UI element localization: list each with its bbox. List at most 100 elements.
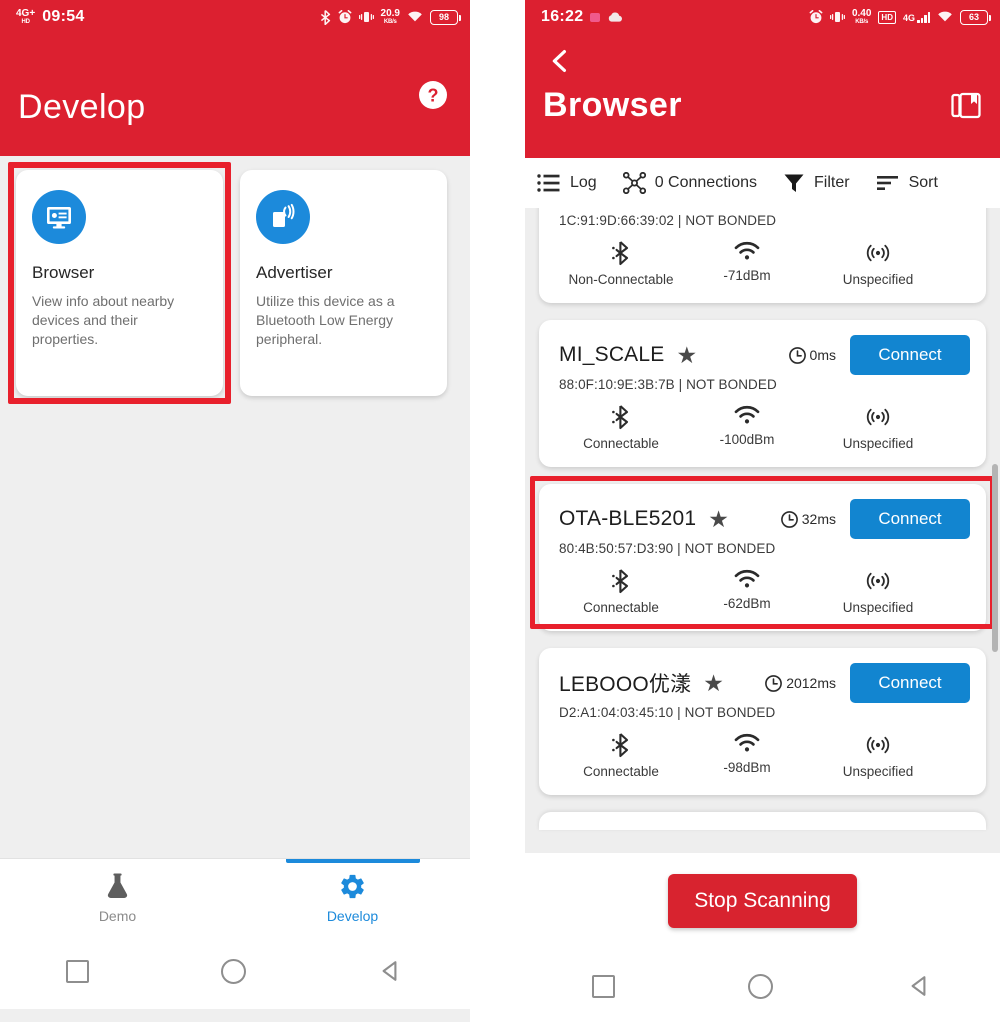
right-phone-screen: 16:22 0.40 KB/s HD 4G 63 Browser Log 0 C… <box>525 0 1000 1022</box>
connect-button[interactable]: Connect <box>850 335 970 375</box>
favorite-star-icon[interactable]: ★ <box>703 671 724 695</box>
tab-demo[interactable]: Demo <box>0 859 235 933</box>
device-latency-label: 0ms <box>809 347 836 363</box>
back-triangle-icon[interactable] <box>378 958 404 984</box>
device-appearance: Unspecified <box>813 732 943 779</box>
network-type-indicator: 4G+ HD <box>16 8 36 26</box>
browser-card-title: Browser <box>32 263 95 282</box>
device-name: LEBOOO优漾 <box>559 673 692 696</box>
device-latency: 0ms <box>788 346 836 365</box>
toolbar-filter-button[interactable]: Filter <box>783 172 850 194</box>
device-connectivity-label: Connectable <box>583 764 659 779</box>
broadcast-rings-icon <box>866 244 890 262</box>
device-latency-label: 2012ms <box>786 675 836 691</box>
develop-card-grid: Browser View info about nearby devices a… <box>0 162 470 404</box>
device-rssi: -100dBm <box>681 404 813 451</box>
pink-chip-icon <box>590 12 601 22</box>
browser-card[interactable]: Browser View info about nearby devices a… <box>16 170 223 396</box>
device-attributes: Non-Connectable -71dBm Unspecified <box>559 240 970 287</box>
bookmark-copy-icon[interactable] <box>950 89 982 121</box>
back-chevron-icon[interactable] <box>543 34 577 82</box>
wifi-icon <box>734 733 760 752</box>
toolbar-connections-label: 0 Connections <box>654 174 757 191</box>
device-connectivity: Non-Connectable <box>561 240 681 287</box>
right-status-bar: 16:22 0.40 KB/s HD 4G 63 <box>525 0 1000 34</box>
status-bar-right: 20.9 KB/s 98 <box>320 9 461 25</box>
home-circle-icon[interactable] <box>748 973 774 999</box>
page-title: Browser <box>543 86 682 124</box>
toolbar-connections-button[interactable]: 0 Connections <box>622 172 757 194</box>
clock-icon <box>765 674 783 692</box>
tab-develop[interactable]: Develop <box>235 859 470 933</box>
alarm-icon <box>338 10 351 24</box>
favorite-star-icon[interactable]: ★ <box>708 507 729 531</box>
back-triangle-icon[interactable] <box>907 973 933 999</box>
bluetooth-icon <box>612 733 629 758</box>
cellular-signal-icon: 4G <box>903 11 930 23</box>
toolbar-sort-button[interactable]: Sort <box>876 174 938 192</box>
device-mac-address: D2:A1:04:03:45:10 | NOT BONDED <box>559 705 776 720</box>
browser-toolbar: Log 0 Connections Filter Sort <box>525 158 1000 208</box>
alarm-icon <box>809 10 823 24</box>
device-name: MI_SCALE <box>559 343 665 366</box>
bluetooth-icon <box>612 405 629 430</box>
hd-volte-icon: HD <box>878 10 896 24</box>
toolbar-filter-label: Filter <box>814 174 850 191</box>
stop-scanning-button[interactable]: Stop Scanning <box>668 873 857 928</box>
device-card-next-partial[interactable] <box>539 812 986 830</box>
device-card[interactable]: LEBOOO优漾 ★ 2012ms Connect D2:A1:04:03:45… <box>539 648 986 795</box>
device-header-row: LEBOOO优漾 ★ 2012ms Connect <box>559 662 970 704</box>
favorite-star-icon[interactable]: ★ <box>676 343 697 367</box>
left-app-bar: Develop ? <box>0 34 470 156</box>
device-appearance-label: Unspecified <box>842 436 914 451</box>
dual-phone-screenshot: 4G+ HD 09:54 20.9 KB/s 98 Develop ? Brow… <box>0 0 1000 1022</box>
recents-square-icon[interactable] <box>66 959 89 983</box>
device-card-partial[interactable]: 1C:91:9D:66:39:02 | NOT BONDED Non-Conne… <box>539 208 986 303</box>
screen-gutter <box>470 0 525 1022</box>
device-card[interactable]: OTA-BLE5201 ★ 32ms Connect 80:4B:50:57:D… <box>539 484 986 631</box>
connect-button[interactable]: Connect <box>850 663 970 703</box>
home-circle-icon[interactable] <box>221 958 246 984</box>
device-rssi: -62dBm <box>681 568 813 615</box>
wifi-icon <box>734 241 760 260</box>
tab-develop-label: Develop <box>326 908 379 924</box>
status-bar-right: 0.40 KB/s HD 4G 63 <box>809 9 991 25</box>
list-scrollbar[interactable] <box>992 464 998 652</box>
device-card[interactable]: MI_SCALE ★ 0ms Connect 88:0F:10:9E:3B:7B… <box>539 320 986 467</box>
advertiser-card[interactable]: Advertiser Utilize this device as a Blue… <box>240 170 447 396</box>
connections-node-icon <box>622 172 646 194</box>
device-scan-list[interactable]: 1C:91:9D:66:39:02 | NOT BONDED Non-Conne… <box>525 208 1000 853</box>
vibrate-icon <box>358 12 374 22</box>
device-appearance: Unspecified <box>813 404 943 451</box>
status-bar-left: 16:22 <box>541 8 623 26</box>
device-rssi: -71dBm <box>681 240 813 287</box>
toolbar-log-button[interactable]: Log <box>537 173 597 193</box>
page-title: Develop <box>18 88 146 126</box>
broadcast-rings-icon <box>866 736 890 754</box>
toolbar-sort-label: Sort <box>908 174 938 191</box>
battery-indicator: 98 <box>430 9 461 25</box>
advertiser-card-description: Utilize this device as a Bluetooth Low E… <box>256 293 395 348</box>
develop-content-area: Browser View info about nearby devices a… <box>0 156 470 858</box>
wifi-icon <box>734 405 760 424</box>
clock-time: 09:54 <box>42 8 85 25</box>
right-app-bar: Browser <box>525 34 1000 158</box>
device-header-row: MI_SCALE ★ 0ms Connect <box>559 334 970 376</box>
device-mac-address: 80:4B:50:57:D3:90 | NOT BONDED <box>559 541 776 556</box>
device-rssi: -98dBm <box>681 732 813 779</box>
device-appearance: Unspecified <box>813 568 943 615</box>
connect-button[interactable]: Connect <box>850 499 970 539</box>
device-attributes: Connectable -62dBm Unspecified <box>559 568 970 615</box>
browser-monitor-icon <box>32 190 86 244</box>
device-latency-label: 32ms <box>801 511 836 527</box>
wifi-icon <box>734 569 760 588</box>
help-circle-icon[interactable]: ? <box>418 80 448 110</box>
left-status-bar: 4G+ HD 09:54 20.9 KB/s 98 <box>0 0 470 34</box>
browser-card-wrapper: Browser View info about nearby devices a… <box>8 162 231 404</box>
recents-square-icon[interactable] <box>591 974 615 998</box>
status-bar-left: 4G+ HD 09:54 <box>16 8 85 26</box>
flask-icon <box>107 873 128 899</box>
svg-text:?: ? <box>428 86 439 106</box>
device-latency: 32ms <box>780 510 836 529</box>
device-appearance: Unspecified <box>813 240 943 287</box>
